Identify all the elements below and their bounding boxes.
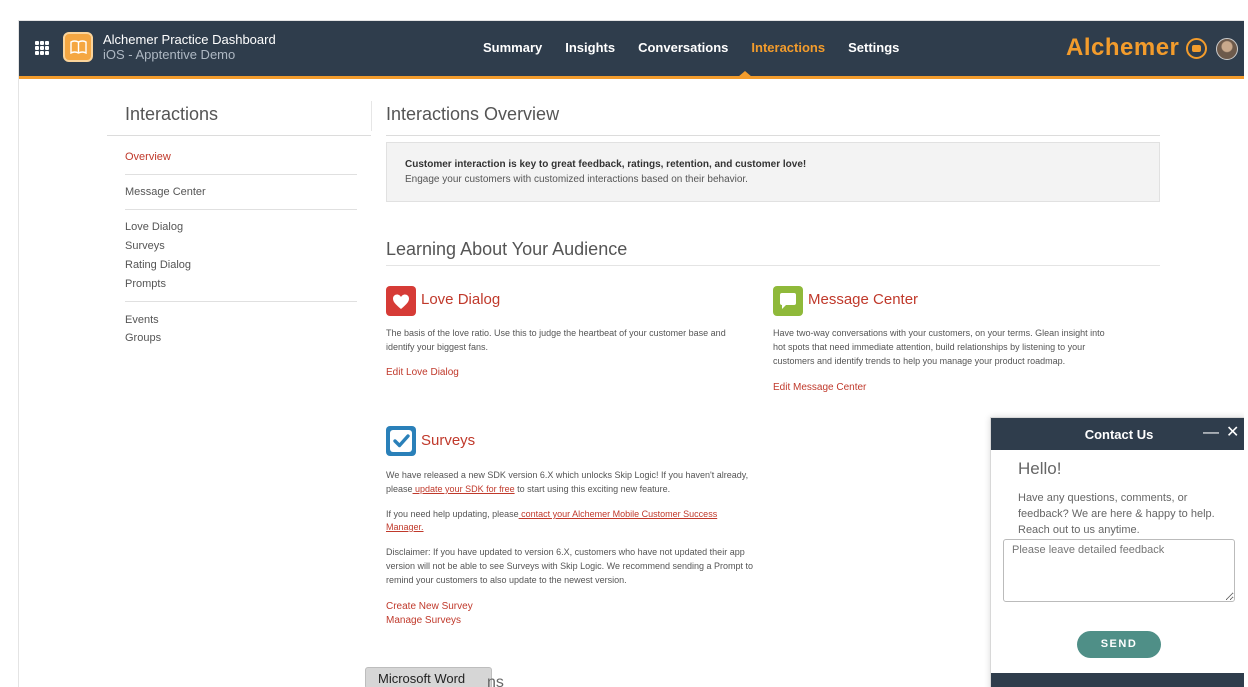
surveys-title[interactable]: Surveys: [421, 432, 475, 449]
contact-greeting: Hello!: [1018, 459, 1062, 478]
surveys-p2-line-2: Manager.: [386, 521, 424, 534]
message-center-title[interactable]: Message Center: [808, 291, 918, 308]
user-avatar[interactable]: [1216, 38, 1238, 60]
feedback-textarea[interactable]: [1003, 539, 1235, 602]
header-accent-line: [19, 76, 1244, 79]
surveys-p1-line-2: please update your SDK for free to start…: [386, 483, 670, 496]
app-grid-icon[interactable]: [35, 41, 49, 55]
sidebar-title: Interactions: [125, 104, 219, 124]
sidebar-item-groups[interactable]: Groups: [125, 332, 161, 344]
sidebar-item-rating-dialog[interactable]: Rating Dialog: [125, 259, 191, 271]
book-icon[interactable]: [63, 32, 93, 62]
message-center-line-2: hot spots that need immediate attention,…: [773, 342, 1086, 352]
surveys-p1-line-1: We have released a new SDK version 6.X w…: [386, 470, 749, 480]
title-divider: [386, 135, 1160, 136]
message-center-line-1: Have two-way conversations with your cus…: [773, 328, 1105, 338]
love-dialog-title[interactable]: Love Dialog: [421, 291, 500, 308]
sidebar-item-prompts[interactable]: Prompts: [125, 278, 166, 290]
message-center-line-3: customers and identify trends to help yo…: [773, 356, 1066, 366]
love-dialog-line-2: identify your biggest fans.: [386, 342, 489, 352]
update-sdk-link[interactable]: update your SDK for free: [413, 484, 515, 494]
info-callout: Customer interaction is key to great fee…: [386, 142, 1160, 202]
page-title: Interactions Overview: [386, 104, 560, 124]
speech-bubble-icon: [773, 286, 803, 316]
nav-interactions[interactable]: Interactions: [751, 40, 825, 56]
nav-insights[interactable]: Insights: [565, 40, 615, 56]
section-title: Learning About Your Audience: [386, 239, 628, 259]
app-subtitle[interactable]: iOS - Apptentive Demo: [103, 48, 235, 62]
close-icon[interactable]: ✕: [1226, 424, 1239, 442]
contact-us-widget: Contact Us — ✕ Hello! Have any questions…: [990, 417, 1244, 687]
app-title[interactable]: Alchemer Practice Dashboard: [103, 33, 276, 47]
sidebar-item-message-center[interactable]: Message Center: [125, 186, 206, 198]
contact-success-manager-link[interactable]: contact your Alchemer Mobile Customer Su…: [519, 509, 717, 519]
top-navigation-bar: Alchemer Practice Dashboard iOS - Appten…: [19, 21, 1244, 79]
app-window: Alchemer Practice Dashboard iOS - Appten…: [18, 20, 1244, 687]
contact-footer: [991, 673, 1244, 687]
sidebar-divider: [107, 135, 371, 136]
surveys-p2-text: If you need help updating, please: [386, 509, 519, 519]
info-description: Engage your customers with customized in…: [405, 174, 748, 185]
partially-hidden-heading: ns: [487, 674, 504, 687]
surveys-p1-text-b: to start using this exciting new feature…: [514, 484, 671, 494]
sidebar-item-surveys[interactable]: Surveys: [125, 240, 165, 252]
brand-logo: Alchemer: [1066, 34, 1180, 61]
surveys-p3-line-1: Disclaimer: If you have updated to versi…: [386, 547, 745, 557]
section-divider: [386, 265, 1160, 266]
heart-icon: [386, 286, 416, 316]
manage-surveys-link[interactable]: Manage Surveys: [386, 615, 461, 626]
surveys-p1-text-a: please: [386, 484, 413, 494]
love-dialog-line-1: The basis of the love ratio. Use this to…: [386, 328, 726, 338]
main-nav: Summary Insights Conversations Interacti…: [483, 40, 922, 56]
nav-summary[interactable]: Summary: [483, 40, 542, 56]
sidebar-item-events[interactable]: Events: [125, 314, 159, 326]
contact-message: Have any questions, comments, or feedbac…: [1018, 492, 1215, 536]
sidebar-separator: [125, 301, 357, 302]
sidebar-item-love-dialog[interactable]: Love Dialog: [125, 221, 183, 233]
sidebar-separator: [125, 174, 357, 175]
column-divider: [371, 101, 372, 131]
checkbox-icon: [386, 426, 416, 456]
send-button[interactable]: SEND: [1077, 631, 1161, 658]
minimize-icon[interactable]: —: [1203, 424, 1219, 442]
edit-message-center-link[interactable]: Edit Message Center: [773, 382, 866, 393]
sidebar-item-overview[interactable]: Overview: [125, 151, 171, 163]
nav-settings[interactable]: Settings: [848, 40, 899, 56]
surveys-p3-line-2: version will not be able to see Surveys …: [386, 561, 754, 571]
edit-love-dialog-link[interactable]: Edit Love Dialog: [386, 367, 459, 378]
dock-tooltip: Microsoft Word: [365, 667, 492, 687]
info-headline: Customer interaction is key to great fee…: [405, 159, 807, 170]
contact-success-manager-link-cont[interactable]: Manager.: [386, 522, 424, 532]
sidebar-separator: [125, 209, 357, 210]
nav-conversations[interactable]: Conversations: [638, 40, 728, 56]
contact-header: Contact Us — ✕: [991, 418, 1244, 450]
chat-icon[interactable]: [1186, 38, 1207, 59]
surveys-p3-line-3: remind your customers to also update to …: [386, 575, 627, 585]
create-new-survey-link[interactable]: Create New Survey: [386, 601, 473, 612]
surveys-p2-line-1: If you need help updating, please contac…: [386, 508, 717, 521]
